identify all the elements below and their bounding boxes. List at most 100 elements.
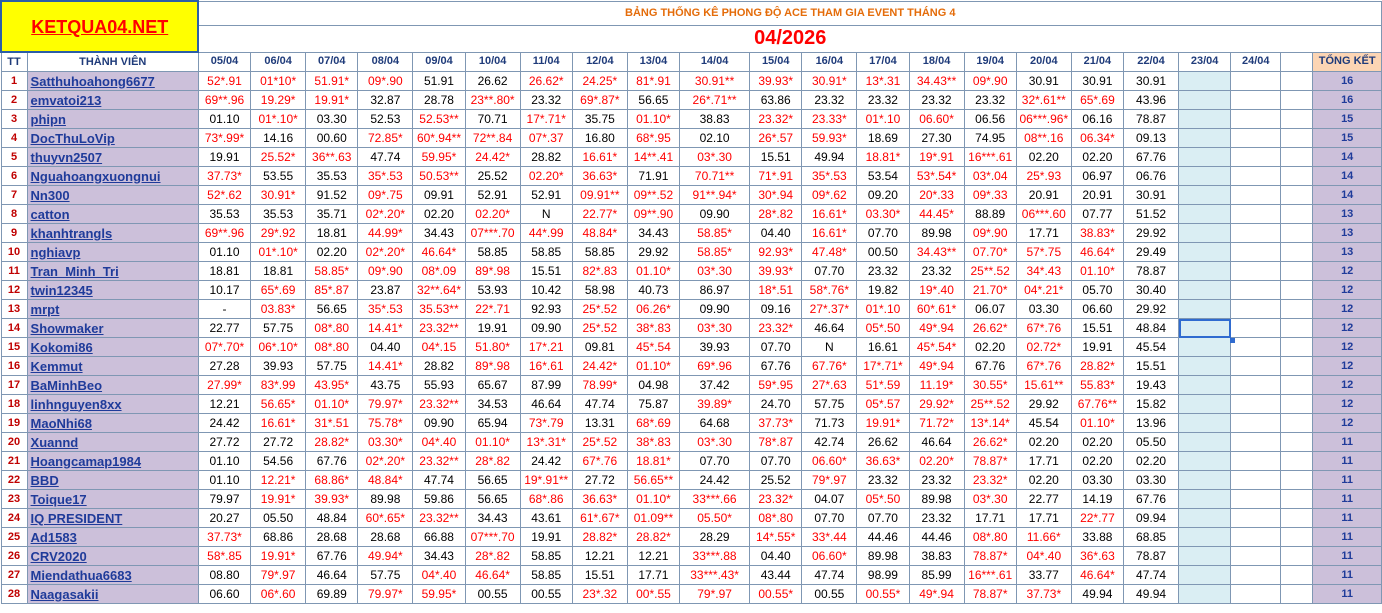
result-cell[interactable]: 07.70 xyxy=(749,337,803,357)
result-cell[interactable]: 18.81 xyxy=(305,223,359,243)
result-cell[interactable]: 24.42 xyxy=(197,413,252,433)
result-cell[interactable]: 53.93 xyxy=(464,280,521,300)
result-cell[interactable]: 49.94 xyxy=(801,147,858,167)
result-cell[interactable]: 02.20 xyxy=(1122,451,1180,471)
result-cell[interactable]: 46.64 xyxy=(908,432,965,452)
result-cell[interactable]: 30.91 xyxy=(1070,71,1124,91)
result-cell[interactable]: 68.85 xyxy=(1122,527,1180,547)
result-cell[interactable]: 72.85* xyxy=(357,128,414,148)
result-cell[interactable]: 07*.70* xyxy=(197,337,252,357)
result-cell[interactable]: 43.75 xyxy=(357,375,414,395)
result-cell[interactable]: 69.89 xyxy=(305,584,359,604)
result-cell[interactable]: 67.76 xyxy=(305,451,359,471)
result-cell[interactable]: 44*.99 xyxy=(519,223,573,243)
result-cell[interactable]: 37.73* xyxy=(749,413,803,433)
result-cell[interactable]: 05*.50 xyxy=(856,318,910,338)
result-cell[interactable]: 05.70 xyxy=(1070,280,1124,300)
result-cell[interactable]: 46.64 xyxy=(305,565,359,585)
result-cell[interactable]: 05.50 xyxy=(250,508,307,528)
result-cell[interactable]: N xyxy=(519,204,573,224)
result-cell[interactable]: 79*.97 xyxy=(250,565,307,585)
result-cell[interactable]: 85*.87 xyxy=(305,280,359,300)
result-cell[interactable]: 71.72* xyxy=(908,413,965,433)
result-cell[interactable]: 36**.63 xyxy=(305,147,359,167)
result-cell[interactable]: 18.81* xyxy=(626,451,681,471)
empty-cell[interactable] xyxy=(1280,432,1314,452)
result-cell[interactable]: 75.87 xyxy=(626,394,681,414)
result-cell[interactable]: 27.30 xyxy=(908,128,965,148)
member-name-link[interactable]: linhnguyen8xx xyxy=(26,394,199,414)
empty-cell[interactable] xyxy=(1230,204,1282,224)
result-cell[interactable]: 58.85* xyxy=(305,261,359,281)
result-cell[interactable]: 46.64* xyxy=(1070,565,1124,585)
result-cell[interactable]: 44.99* xyxy=(357,223,414,243)
result-cell[interactable]: 15.51 xyxy=(571,565,628,585)
result-cell[interactable]: 13.96 xyxy=(1122,413,1180,433)
empty-cell[interactable] xyxy=(1230,109,1282,129)
empty-cell[interactable] xyxy=(1280,527,1314,547)
result-cell[interactable]: 67.76** xyxy=(1070,394,1124,414)
member-name-link[interactable]: Miendathua6683 xyxy=(26,565,199,585)
empty-cell[interactable] xyxy=(1230,318,1282,338)
result-cell[interactable]: 61*.67* xyxy=(571,508,628,528)
result-cell[interactable]: 39.93* xyxy=(305,489,359,509)
result-cell[interactable]: 02*.20* xyxy=(357,451,414,471)
result-cell[interactable]: 16*.61 xyxy=(519,356,573,376)
empty-cell[interactable] xyxy=(1178,242,1232,262)
result-cell[interactable]: 35.53** xyxy=(412,299,466,319)
result-cell[interactable]: 29.92 xyxy=(1015,394,1072,414)
empty-cell[interactable] xyxy=(1178,280,1232,300)
result-cell[interactable]: 36.63* xyxy=(571,166,628,186)
result-cell[interactable]: 17*.71* xyxy=(856,356,910,376)
result-cell[interactable]: 06*.10* xyxy=(250,337,307,357)
result-cell[interactable]: N xyxy=(801,337,858,357)
result-cell[interactable]: 44.46 xyxy=(908,527,965,547)
result-cell[interactable]: 28*.82 xyxy=(464,451,521,471)
result-cell[interactable]: 18.81 xyxy=(197,261,252,281)
result-cell[interactable]: 08**.16 xyxy=(1015,128,1072,148)
result-cell[interactable]: 69**.96 xyxy=(197,90,252,110)
result-cell[interactable]: 32**.64* xyxy=(412,280,466,300)
result-cell[interactable]: 30.91** xyxy=(678,71,751,91)
empty-cell[interactable] xyxy=(1280,318,1314,338)
empty-cell[interactable] xyxy=(1230,394,1282,414)
result-cell[interactable]: 58.85 xyxy=(464,242,521,262)
empty-cell[interactable] xyxy=(1230,280,1282,300)
result-cell[interactable]: 25.52* xyxy=(250,147,307,167)
result-cell[interactable]: 19.91* xyxy=(305,90,359,110)
result-cell[interactable]: 18.81 xyxy=(250,261,307,281)
result-cell[interactable]: 17*.71* xyxy=(519,109,573,129)
result-cell[interactable]: 31*.51 xyxy=(305,413,359,433)
result-cell[interactable]: 00.55* xyxy=(749,584,803,604)
empty-cell[interactable] xyxy=(1178,375,1232,395)
result-cell[interactable]: 16.80 xyxy=(571,128,628,148)
result-cell[interactable]: 23.32** xyxy=(412,451,466,471)
result-cell[interactable]: 24.42* xyxy=(571,356,628,376)
result-cell[interactable]: 15.51 xyxy=(1070,318,1124,338)
result-cell[interactable]: 33***.66 xyxy=(678,489,751,509)
result-cell[interactable]: 23.32* xyxy=(749,318,803,338)
result-cell[interactable]: 39.93* xyxy=(749,71,803,91)
member-name-link[interactable]: Showmaker xyxy=(26,318,199,338)
result-cell[interactable]: 25**.52 xyxy=(963,394,1017,414)
result-cell[interactable]: 09.90 xyxy=(678,204,751,224)
result-cell[interactable]: 46.64 xyxy=(801,318,858,338)
result-cell[interactable]: 66.88 xyxy=(412,527,466,547)
result-cell[interactable]: 89.98 xyxy=(908,489,965,509)
result-cell[interactable]: 08*.80 xyxy=(305,318,359,338)
empty-cell[interactable] xyxy=(1178,356,1232,376)
result-cell[interactable]: 56.65 xyxy=(464,489,521,509)
result-cell[interactable]: 33*.44 xyxy=(801,527,858,547)
result-cell[interactable]: 45.54 xyxy=(1015,413,1072,433)
result-cell[interactable]: 36*.63 xyxy=(1070,546,1124,566)
result-cell[interactable]: 23.32 xyxy=(856,261,910,281)
empty-cell[interactable] xyxy=(1178,223,1232,243)
result-cell[interactable]: 12.21 xyxy=(626,546,681,566)
result-cell[interactable]: 01.10* xyxy=(626,261,681,281)
result-cell[interactable]: 19.91 xyxy=(1070,337,1124,357)
empty-cell[interactable] xyxy=(1280,356,1314,376)
result-cell[interactable]: 13*.14* xyxy=(963,413,1017,433)
result-cell[interactable]: 04.98 xyxy=(626,375,681,395)
result-cell[interactable]: 56.65 xyxy=(305,299,359,319)
result-cell[interactable]: 52.91 xyxy=(519,185,573,205)
